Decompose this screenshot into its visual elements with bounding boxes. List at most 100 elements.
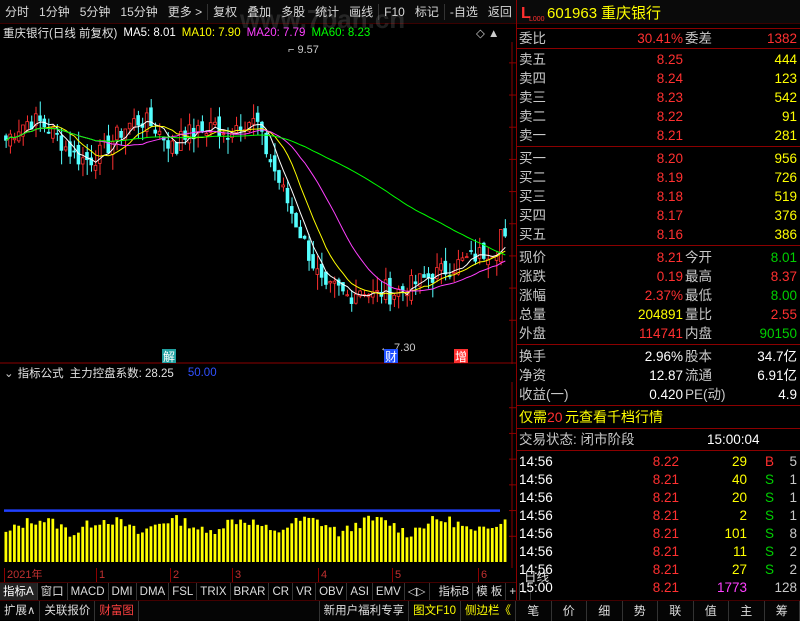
level-label: 卖二 (519, 107, 546, 126)
bottom-tab[interactable]: 扩展∧ (0, 601, 40, 621)
indicator-bar (423, 529, 426, 562)
tick-direction: B (765, 453, 774, 471)
toolbar-item[interactable]: F10 (379, 0, 410, 24)
quote-tab[interactable]: 笔 (516, 601, 552, 621)
quote-tab[interactable]: 细 (587, 601, 623, 621)
bid-row[interactable]: 买一8.20956 (517, 149, 800, 168)
indicator-tab[interactable]: EMV (373, 583, 405, 601)
chart-option-icons[interactable]: ◇ ▲ (476, 26, 499, 40)
f10-link[interactable]: 图文F10 (409, 601, 461, 621)
candle-body (350, 298, 353, 304)
toolbar-item[interactable]: 标记 (410, 0, 444, 24)
bottom-tab[interactable]: 关联报价 (40, 601, 95, 621)
candle-body (167, 141, 170, 149)
indicator-tab[interactable]: MACD (68, 583, 109, 601)
quote-tab[interactable]: 价 (552, 601, 588, 621)
indicator-bar (9, 531, 12, 562)
tick-time: 14:56 (519, 507, 553, 525)
toolbar-item[interactable]: 多股 (276, 0, 310, 24)
indicator-bar (103, 520, 106, 562)
toolbar-item[interactable]: 分时 (0, 0, 34, 24)
indicator-bar (286, 528, 289, 562)
ask-row[interactable]: 卖一8.21281 (517, 126, 800, 145)
toolbar-item[interactable]: 返回 (483, 0, 517, 24)
stat-label: 现价 (519, 248, 546, 267)
indicator-name[interactable]: 指标公式 (18, 365, 64, 381)
level-price: 8.21 (657, 126, 683, 145)
candle-body (94, 165, 97, 170)
toolbar-item[interactable]: 15分钟 (115, 0, 162, 24)
stat-label: 净资 (519, 366, 546, 385)
indicator-tab[interactable]: VR (293, 583, 316, 601)
event-marker-3[interactable]: 增 (455, 350, 467, 364)
bid-row[interactable]: 买五8.16386 (517, 225, 800, 244)
bid-row[interactable]: 买二8.19726 (517, 168, 800, 187)
candle-body (376, 291, 379, 292)
indicator-tab[interactable]: 模 板 (473, 583, 506, 601)
indicator-tab[interactable]: BRAR (231, 583, 270, 601)
tick-volume: 1773 (717, 579, 747, 597)
notice-link[interactable]: 新用户福利专享 (319, 601, 410, 621)
toolbar-item[interactable]: 画线 (344, 0, 378, 24)
stat-value: 8.01 (771, 248, 797, 267)
kline-chart[interactable]: 9.509.259.008.758.508.258.007.757.50⌐ 9.… (0, 42, 516, 364)
indicator-bar (150, 526, 153, 562)
candle-body (316, 269, 319, 275)
bid-row[interactable]: 买四8.17376 (517, 206, 800, 225)
indicator-tab[interactable]: TRIX (197, 583, 230, 601)
stat-row: 换手2.96%股本34.7亿 (517, 347, 800, 366)
ask-row[interactable]: 卖五8.25444 (517, 50, 800, 69)
quote-tab[interactable]: 主 (729, 601, 765, 621)
toolbar-item[interactable]: -自选 (445, 0, 483, 24)
indicator-tab[interactable]: CR (269, 583, 293, 601)
toolbar-item[interactable]: 复权 (208, 0, 242, 24)
candle-body (77, 145, 80, 164)
event-marker-1[interactable]: 解 (163, 350, 175, 364)
divider (517, 405, 800, 406)
quote-tab[interactable]: 筹 (765, 601, 800, 621)
indicator-bar (299, 521, 302, 562)
indicator-tab[interactable]: ◁▷ (405, 583, 430, 601)
stat-label: 换手 (519, 347, 546, 366)
quote-tab[interactable]: 势 (623, 601, 659, 621)
indicator-tab[interactable]: FSL (169, 583, 197, 601)
promo-text: 元查看千档行情 (565, 408, 663, 427)
candle-body (470, 251, 473, 252)
indicator-tab[interactable]: DMA (137, 583, 170, 601)
indicator-tab[interactable]: OBV (316, 583, 347, 601)
indicator-tab[interactable]: DMI (109, 583, 137, 601)
sidebar-toggle[interactable]: 侧边栏《 (461, 601, 516, 621)
chevron-down-icon[interactable]: ⌄ (4, 366, 14, 380)
indicator-tab[interactable]: 指标A (0, 583, 38, 601)
indicator-tab[interactable]: ASI (347, 583, 373, 601)
toolbar-item[interactable]: 1分钟 (34, 0, 75, 24)
tick-volume: 27 (732, 561, 747, 579)
bottom-tab[interactable]: 财富图 (95, 601, 139, 621)
indicator-tab[interactable]: 窗口 (38, 583, 68, 601)
indicator-bar (435, 519, 438, 562)
ask-row[interactable]: 卖四8.24123 (517, 69, 800, 88)
indicator-bar (73, 535, 76, 562)
toolbar-item[interactable]: 5分钟 (75, 0, 116, 24)
promo-link[interactable]: 仅需20元查看千档行情 (517, 408, 800, 427)
toolbar-item[interactable]: 统计 (310, 0, 344, 24)
stat-row: 涨跌0.19最高8.37 (517, 267, 800, 286)
trade-time: 15:00:04 (707, 430, 760, 449)
ask-row[interactable]: 卖二8.2291 (517, 107, 800, 126)
quote-tab[interactable]: 值 (694, 601, 730, 621)
quote-tab[interactable]: 联 (658, 601, 694, 621)
indicator-bar (269, 530, 272, 562)
date-label: 2021年 (4, 568, 42, 582)
period-label[interactable]: 日线 (524, 566, 549, 585)
indicator-bar (47, 518, 50, 562)
bid-row[interactable]: 买三8.18519 (517, 187, 800, 206)
event-marker-2[interactable]: 财 (385, 350, 397, 364)
indicator-bar (39, 521, 42, 562)
indicator-chart[interactable]: 150.0125.0100.075.050.0025.0 (0, 382, 516, 568)
toolbar-item[interactable]: 更多 > (163, 0, 207, 24)
indicator-bar (197, 529, 200, 562)
indicator-bar (124, 526, 127, 562)
ask-row[interactable]: 卖三8.23542 (517, 88, 800, 107)
toolbar-item[interactable]: 叠加 (242, 0, 276, 24)
indicator-tab[interactable]: 指标B (436, 583, 474, 601)
